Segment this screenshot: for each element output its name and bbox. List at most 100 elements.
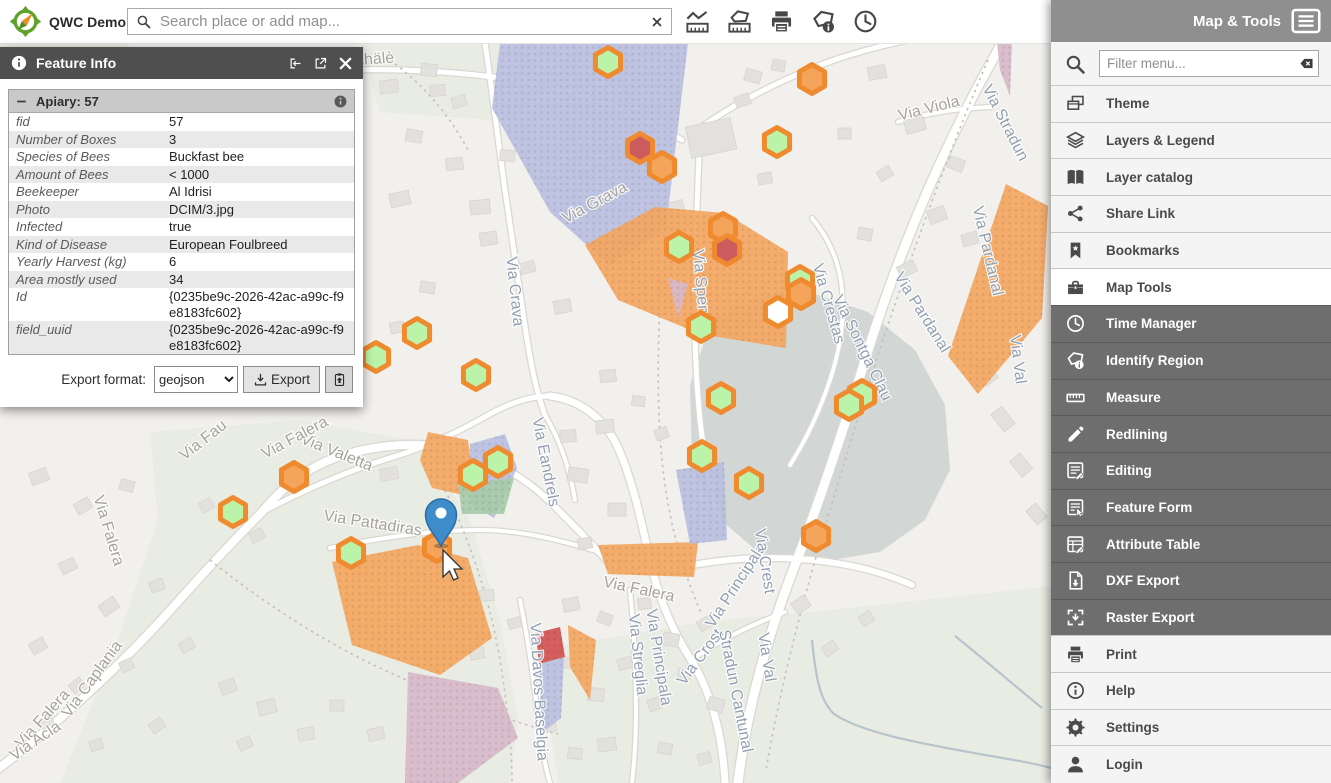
apiary-hex-marker[interactable] [460, 461, 485, 490]
attribute-label: Amount of Bees [9, 166, 160, 184]
close-button[interactable] [336, 54, 355, 73]
sidebar-item-feature-form[interactable]: Feature Form [1051, 489, 1331, 526]
apiary-hex-marker[interactable] [714, 236, 739, 265]
attribute-value: {0235be9c-2026-42ac-a99c-f9e8183fc602} [160, 288, 354, 321]
sidebar-item-identify-region[interactable]: Identify Region [1051, 342, 1331, 379]
sidebar-item-settings[interactable]: Settings [1051, 709, 1331, 746]
attribute-row: Id{0235be9c-2026-42ac-a99c-f9e8183fc602} [9, 288, 354, 321]
theme-icon [1065, 93, 1086, 114]
apiary-hex-marker[interactable] [708, 384, 733, 413]
apiary-hex-marker[interactable] [404, 319, 429, 348]
gear-icon [1065, 717, 1086, 738]
attribute-label: Infected [9, 218, 160, 236]
sidebar-item-layer-catalog[interactable]: Layer catalog [1051, 158, 1331, 195]
clock-icon [852, 8, 879, 35]
dock-button[interactable] [286, 54, 305, 73]
bookmark-icon [1065, 240, 1086, 261]
search-clear-button[interactable] [643, 16, 671, 28]
apiary-hex-marker[interactable] [338, 539, 363, 568]
print-icon [1065, 644, 1086, 665]
attribute-row: Area mostly used34 [9, 271, 354, 289]
apiary-hex-marker[interactable] [463, 361, 488, 390]
qwc-logo-icon [9, 5, 42, 38]
layers-icon [1065, 130, 1086, 151]
sidebar-item-print[interactable]: Print [1051, 635, 1331, 672]
export-format-label: Export format: [61, 372, 146, 387]
sidebar-item-help[interactable]: Help [1051, 672, 1331, 709]
attribute-row: BeekeeperAl Idrisi [9, 183, 354, 201]
attribute-value: < 1000 [160, 166, 354, 184]
sidebar-title: Map & Tools [1193, 13, 1281, 30]
sidebar-item-time-manager[interactable]: Time Manager [1051, 305, 1331, 342]
attribute-value: European Foulbreed [160, 236, 354, 254]
sidebar-item-measure[interactable]: Measure [1051, 379, 1331, 416]
apiary-hex-marker[interactable] [220, 498, 245, 527]
sidebar-item-raster-export[interactable]: Raster Export [1051, 599, 1331, 636]
apiary-hex-marker[interactable] [363, 343, 388, 372]
apiary-hex-marker[interactable] [666, 233, 691, 262]
apiary-hex-marker[interactable] [836, 391, 861, 420]
pencil-icon [1065, 424, 1086, 445]
sidebar-item-map-tools[interactable]: Map Tools [1051, 268, 1331, 305]
info-icon [10, 54, 28, 72]
attribute-table: fid57Number of Boxes3Species of BeesBuck… [9, 113, 354, 354]
sidebar-item-login[interactable]: Login [1051, 745, 1331, 782]
measure-area-button[interactable] [724, 6, 755, 37]
sidebar-item-dxf-export[interactable]: DXF Export [1051, 562, 1331, 599]
attribute-label: Beekeeper [9, 183, 160, 201]
attribute-value: 34 [160, 271, 354, 289]
measure-button[interactable] [682, 6, 713, 37]
panel-title: Feature Info [36, 55, 280, 71]
detach-window-button[interactable] [311, 54, 330, 73]
attribute-row: field_uuid{0235be9c-2026-42ac-a99c-f9e81… [9, 321, 354, 354]
apiary-hex-marker[interactable] [764, 128, 789, 157]
apiary-hex-marker[interactable] [485, 448, 510, 477]
menu-filter-input[interactable] [1099, 50, 1319, 77]
sidebar-item-redlining[interactable]: Redlining [1051, 415, 1331, 452]
sidebar-item-attribute-table[interactable]: Attribute Table [1051, 525, 1331, 562]
apiary-hex-marker[interactable] [765, 298, 790, 327]
region-info-icon [1065, 350, 1086, 371]
clock-icon [1065, 313, 1086, 334]
attribute-value: 6 [160, 253, 354, 271]
close-icon [338, 56, 353, 71]
print-button[interactable] [766, 6, 797, 37]
brand-text: QWC Demo [49, 14, 126, 30]
apiary-hex-marker[interactable] [799, 65, 824, 94]
attribute-row: Amount of Bees< 1000 [9, 166, 354, 184]
apiary-hex-marker[interactable] [281, 463, 306, 492]
raster-icon [1065, 607, 1086, 628]
filter-search-icon [1063, 52, 1087, 76]
apiary-hex-marker[interactable] [803, 522, 828, 551]
time-manager-button[interactable] [850, 6, 881, 37]
identify-region-button[interactable] [808, 6, 839, 37]
attribute-label: Number of Boxes [9, 131, 160, 149]
menu-toggle-button[interactable] [1291, 8, 1321, 34]
apiary-hex-marker[interactable] [595, 48, 620, 77]
export-download-icon [253, 372, 268, 387]
attribute-value: {0235be9c-2026-42ac-a99c-f9e8183fc602} [160, 321, 354, 354]
sidebar-item-bookmarks[interactable]: Bookmarks [1051, 232, 1331, 269]
filter-clear-icon[interactable] [1298, 55, 1315, 72]
attribute-label: Yearly Harvest (kg) [9, 253, 160, 271]
dock-icon [288, 56, 303, 71]
apiary-hex-marker[interactable] [688, 313, 713, 342]
sidebar-item-theme[interactable]: Theme [1051, 85, 1331, 122]
sidebar-item-share-link[interactable]: Share Link [1051, 195, 1331, 232]
attribute-row: Number of Boxes3 [9, 131, 354, 149]
search-box [127, 8, 672, 35]
sidebar-item-editing[interactable]: Editing [1051, 452, 1331, 489]
help-icon [1065, 680, 1086, 701]
copy-to-clipboard-button[interactable] [325, 366, 353, 393]
apiary-hex-marker[interactable] [736, 469, 761, 498]
search-input[interactable] [158, 12, 643, 31]
apiary-hex-marker[interactable] [649, 153, 674, 182]
attribute-row: Infectedtrue [9, 218, 354, 236]
sidebar-item-layers-legend[interactable]: Layers & Legend [1051, 122, 1331, 159]
attribute-value: DCIM/3.jpg [160, 201, 354, 219]
sidebar-menu: Theme Layers & Legend Layer catalog Shar… [1051, 85, 1331, 783]
apiary-hex-marker[interactable] [689, 442, 714, 471]
feature-group-header[interactable]: Apiary: 57 [9, 90, 354, 113]
export-button[interactable]: Export [243, 366, 320, 393]
export-format-select[interactable]: geojson [154, 366, 238, 393]
